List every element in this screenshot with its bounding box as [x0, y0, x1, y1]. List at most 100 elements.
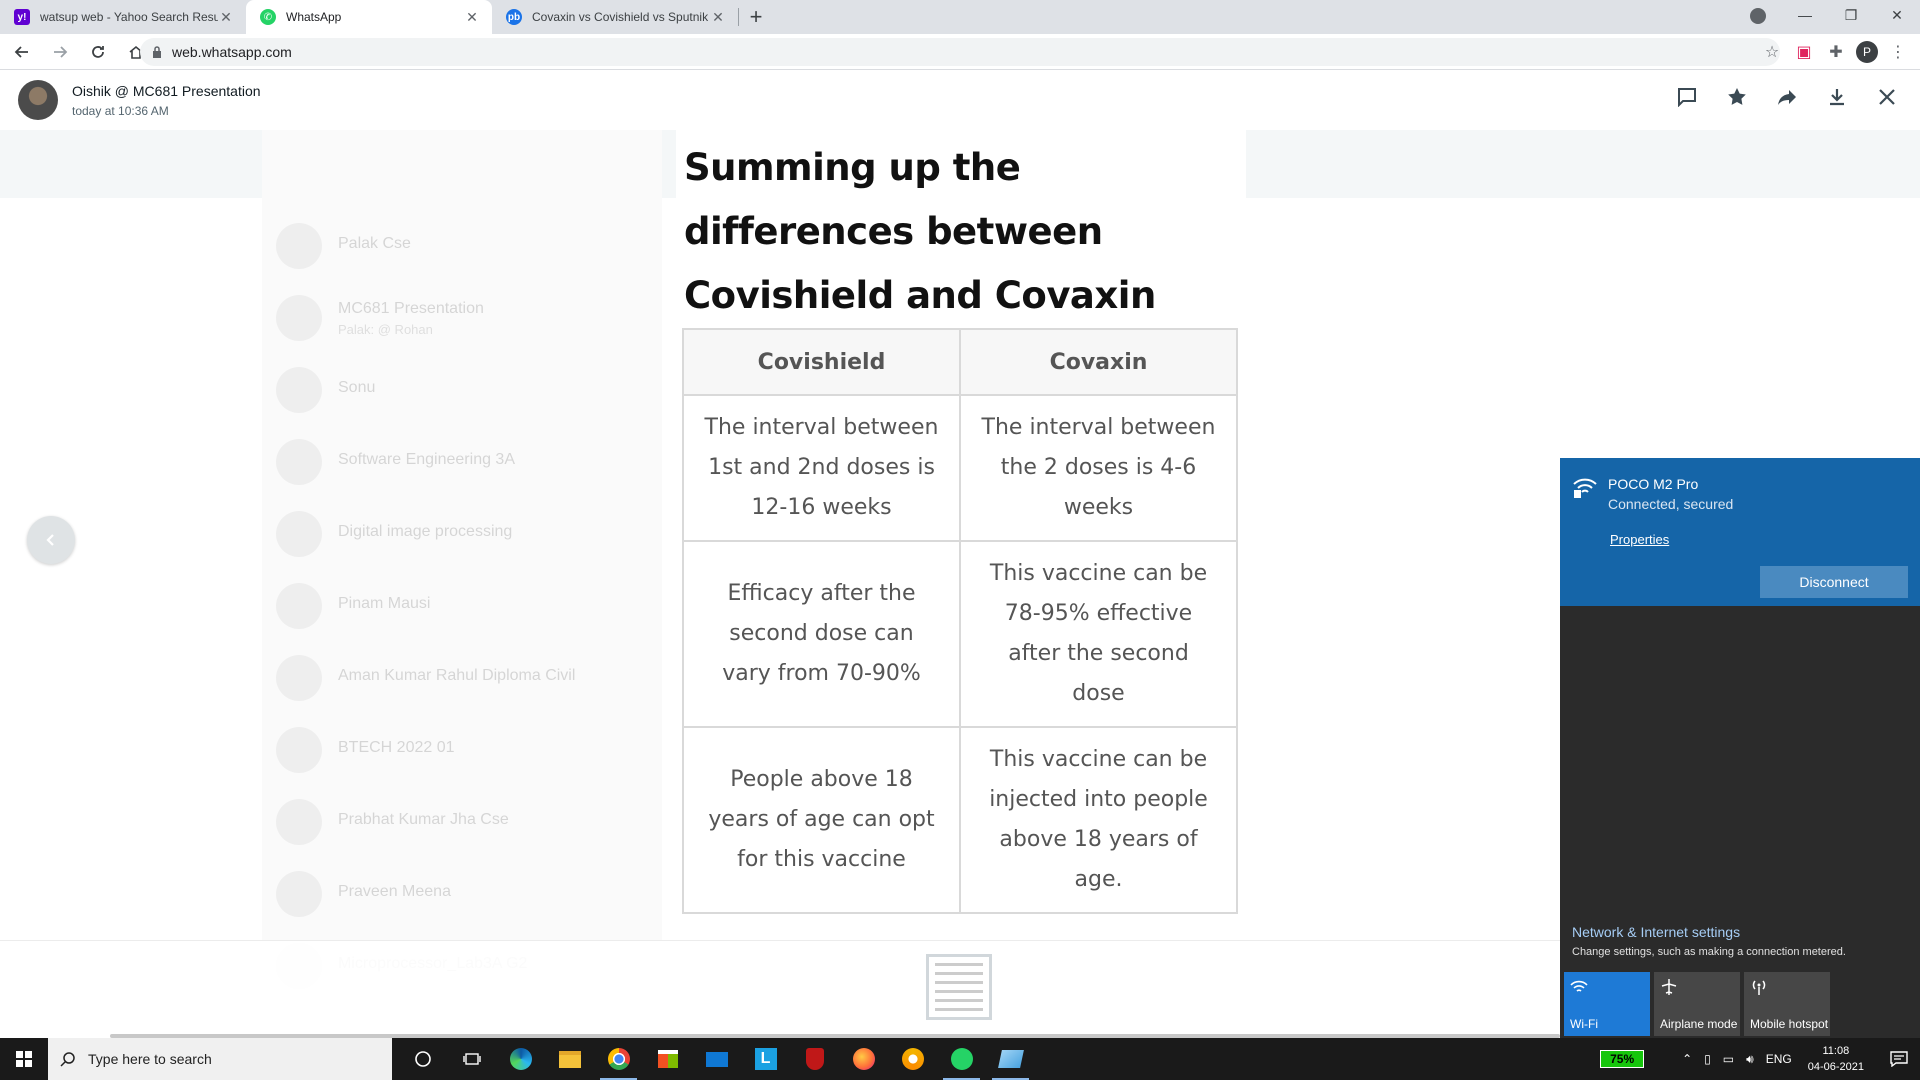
tab-title: Covaxin vs Covishield vs Sputnik — [532, 10, 709, 24]
chat-list-item[interactable]: MC681 Presentation Palak: @ Rohan — [262, 282, 662, 354]
chat-avatar — [276, 655, 322, 701]
media-actions — [1674, 84, 1900, 110]
table-cell: The interval between the 2 doses is 4-6 … — [959, 394, 1238, 542]
tab-whatsapp[interactable]: ✆ WhatsApp ✕ — [246, 0, 492, 34]
network-settings-description: Change settings, such as making a connec… — [1572, 946, 1846, 958]
comparison-table: Covishield Covaxin The interval between … — [682, 328, 1238, 914]
battery-percentage[interactable]: 75% — [1600, 1050, 1645, 1068]
chat-name: Software Engineering 3A — [338, 451, 515, 468]
download-icon[interactable] — [1824, 84, 1850, 110]
whatsapp-app[interactable] — [937, 1038, 986, 1080]
address-bar[interactable]: web.whatsapp.com — [140, 38, 1780, 66]
wifi-toggle[interactable]: Wi-Fi — [1564, 972, 1650, 1036]
back-button[interactable] — [6, 36, 38, 68]
chat-list-item[interactable]: Palak Cse — [262, 210, 662, 282]
chrome-app[interactable] — [594, 1038, 643, 1080]
restore-icon[interactable]: ❐ — [1828, 7, 1874, 24]
disconnect-button[interactable]: Disconnect — [1760, 566, 1908, 598]
mobile-hotspot-toggle[interactable]: Mobile hotspot — [1744, 972, 1830, 1036]
edge-app[interactable] — [496, 1038, 545, 1080]
table-cell: Efficacy after the second dose can vary … — [682, 540, 961, 728]
l-app[interactable]: L — [741, 1038, 790, 1080]
store-app[interactable] — [643, 1038, 692, 1080]
previous-media-button[interactable] — [27, 516, 75, 564]
chat-name: Prabhat Kumar Jha Cse — [338, 811, 509, 828]
message-timestamp: today at 10:36 AM — [72, 103, 169, 118]
chrome-icon — [607, 1048, 630, 1070]
close-tab-icon[interactable]: ✕ — [218, 9, 234, 25]
chat-avatar — [276, 871, 322, 917]
chevron-up-icon[interactable]: ⌃ — [1682, 1052, 1692, 1066]
table-header: Covishield — [682, 328, 961, 396]
taskbar-search-box[interactable]: Type here to search — [48, 1038, 392, 1080]
network-settings-link[interactable]: Network & Internet settings — [1572, 924, 1740, 940]
forward-arrow-icon — [54, 45, 68, 58]
task-view-button[interactable] — [447, 1038, 496, 1080]
minimize-icon[interactable]: — — [1782, 7, 1828, 23]
firefox-icon — [852, 1048, 875, 1070]
snipping-icon — [997, 1050, 1024, 1068]
close-icon[interactable] — [1874, 84, 1900, 110]
reload-button[interactable] — [82, 36, 114, 68]
language-indicator[interactable]: ENG — [1766, 1052, 1792, 1066]
mcafee-app[interactable] — [790, 1038, 839, 1080]
sender-avatar[interactable] — [18, 80, 58, 120]
chat-list-item[interactable]: Praveen Meena — [262, 858, 662, 930]
window-controls: — ❐ ✕ — [1782, 0, 1920, 30]
action-center-button[interactable] — [1878, 1038, 1920, 1080]
battery-icon[interactable]: ▭ — [1723, 1052, 1734, 1066]
extensions-puzzle-icon[interactable]: ✚ — [1824, 38, 1848, 66]
network-flyout: POCO M2 Pro Connected, secured Propertie… — [1560, 458, 1920, 1038]
yahoo-icon: y! — [14, 9, 30, 25]
chat-list-item[interactable]: Pinam Mausi — [262, 570, 662, 642]
close-tab-icon[interactable]: ✕ — [710, 9, 726, 25]
chat-avatar — [276, 583, 322, 629]
tab-search-icon[interactable] — [1750, 8, 1766, 24]
file-explorer-app[interactable] — [545, 1038, 594, 1080]
url-text: web.whatsapp.com — [172, 44, 292, 60]
media-thumbnail[interactable] — [926, 954, 992, 1020]
go-to-message-icon[interactable] — [1674, 84, 1700, 110]
firefox-app[interactable] — [839, 1038, 888, 1080]
chat-list-item[interactable]: Software Engineering 3A — [262, 426, 662, 498]
windows-logo-icon — [16, 1051, 32, 1067]
tab-covaxin-article[interactable]: pb Covaxin vs Covishield vs Sputnik ✕ — [492, 0, 738, 34]
chat-avatar — [276, 223, 322, 269]
taskbar-apps: L — [398, 1038, 1035, 1080]
chat-list-item[interactable]: BTECH 2022 01 — [262, 714, 662, 786]
snipping-tool-app[interactable] — [986, 1038, 1035, 1080]
thumbnail-strip — [0, 940, 1560, 1038]
table-row: The interval between 1st and 2nd doses i… — [682, 394, 1238, 542]
close-tab-icon[interactable]: ✕ — [464, 9, 480, 25]
properties-link[interactable]: Properties — [1610, 532, 1669, 547]
tab-title: watsup web - Yahoo Search Resu — [40, 10, 218, 24]
close-window-icon[interactable]: ✕ — [1874, 7, 1920, 24]
chat-list-item[interactable]: Digital image processing — [262, 498, 662, 570]
new-tab-button[interactable]: + — [739, 0, 773, 34]
forward-button[interactable] — [44, 36, 76, 68]
volume-icon[interactable]: 🔊︎ — [1746, 1052, 1754, 1067]
forward-icon[interactable] — [1774, 84, 1800, 110]
wifi-connection-card[interactable]: POCO M2 Pro Connected, secured Propertie… — [1560, 458, 1920, 606]
start-button[interactable] — [0, 1038, 48, 1080]
profile-avatar[interactable]: P — [1856, 41, 1878, 63]
chat-name: Aman Kumar Rahul Diploma Civil — [338, 667, 576, 684]
clock[interactable]: 11:08 04-06-2021 — [1808, 1043, 1864, 1075]
bookmark-star-icon[interactable]: ☆ — [1760, 38, 1784, 66]
mail-icon — [705, 1051, 728, 1067]
chat-list-item[interactable]: Prabhat Kumar Jha Cse — [262, 786, 662, 858]
tab-yahoo-search[interactable]: y! watsup web - Yahoo Search Resu ✕ — [0, 0, 246, 34]
search-icon — [60, 1052, 75, 1067]
mail-app[interactable] — [692, 1038, 741, 1080]
menu-kebab-icon[interactable]: ⋮ — [1886, 38, 1910, 66]
extension-pocket-icon[interactable]: ▣ — [1792, 38, 1816, 66]
device-icon[interactable]: ▯ — [1704, 1052, 1711, 1066]
shield-icon — [805, 1048, 824, 1070]
chrome-canary-app[interactable] — [888, 1038, 937, 1080]
star-icon[interactable] — [1724, 84, 1750, 110]
cortana-button[interactable] — [398, 1038, 447, 1080]
chat-list-item[interactable]: Sonu — [262, 354, 662, 426]
chat-list-item[interactable]: Aman Kumar Rahul Diploma Civil — [262, 642, 662, 714]
background-chat-list: Palak Cse MC681 Presentation Palak: @ Roha… — [262, 70, 662, 989]
airplane-mode-toggle[interactable]: Airplane mode — [1654, 972, 1740, 1036]
